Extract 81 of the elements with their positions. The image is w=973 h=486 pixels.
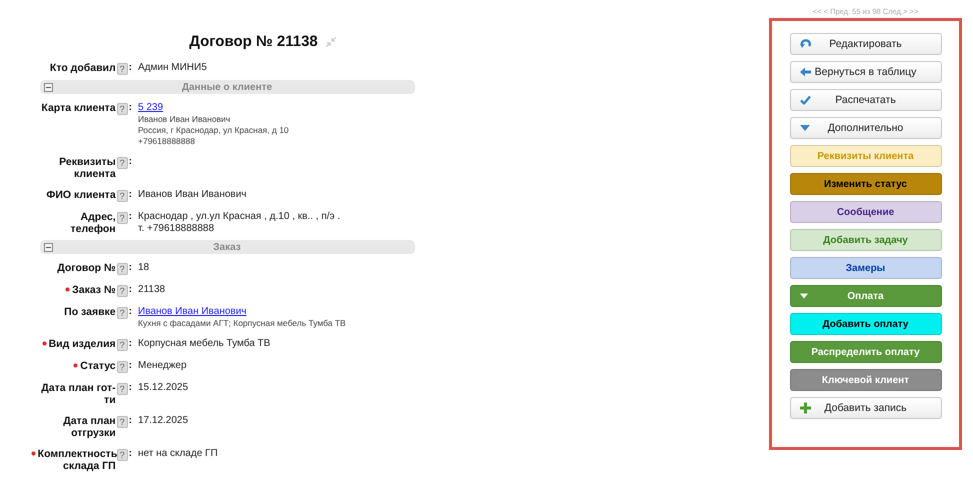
field-value: Иванов Иван Иванович <box>138 189 247 201</box>
colon: : <box>128 62 132 74</box>
section-title: Заказ <box>212 242 242 252</box>
link[interactable]: Иванов Иван Иванович <box>138 306 247 318</box>
field-detail: +79618888888 <box>138 136 196 147</box>
field-label: Карта клиента <box>41 102 116 114</box>
help-icon[interactable]: ? <box>116 361 128 373</box>
field-label: ФИО клиента <box>46 189 116 201</box>
colon: : <box>128 189 132 201</box>
action-button[interactable]: Распечатать <box>790 89 942 111</box>
triangle-down-icon <box>800 294 808 298</box>
colon: : <box>128 262 132 274</box>
colon: : <box>128 338 132 350</box>
triangle-down-icon <box>800 125 810 131</box>
action-button[interactable]: Добавить оплату <box>790 313 942 335</box>
field-label: Адрес, телефон <box>69 211 116 235</box>
field-value: Менеджер <box>138 360 187 372</box>
help-icon[interactable]: ? <box>116 307 128 319</box>
dropdown-button[interactable]: Оплата <box>790 285 942 307</box>
help-icon[interactable]: ? <box>116 285 128 297</box>
field-detail: Иванов Иван Иванович <box>138 114 232 125</box>
colon: : <box>128 382 132 394</box>
action-button[interactable]: Вернуться в таблицу <box>790 61 942 83</box>
colon: : <box>128 360 132 372</box>
help-icon[interactable]: ? <box>116 63 128 75</box>
plus-icon <box>800 402 810 414</box>
colon: : <box>128 102 132 114</box>
page-title: Договор № 21138 <box>189 33 318 50</box>
action-button[interactable]: Изменить статус <box>790 173 942 195</box>
help-icon[interactable]: ? <box>116 263 128 275</box>
field-detail: Кухня с фасадами АГТ; Корпусная мебель Тумба ТВ <box>138 318 346 329</box>
action-button[interactable]: Добавить задачу <box>790 229 942 251</box>
action-button[interactable]: Редактировать <box>790 33 942 55</box>
field-value: т. +79618888888 <box>138 223 216 235</box>
colon: : <box>128 284 132 296</box>
field-value: нет на складе ГП <box>138 448 218 460</box>
help-icon[interactable]: ? <box>116 157 128 169</box>
dropdown-button[interactable]: Дополнительно <box>790 117 942 139</box>
field-label: По заявке <box>64 306 116 318</box>
help-icon[interactable]: ? <box>116 416 128 428</box>
field-label: Заказ № <box>72 284 116 296</box>
link[interactable]: 5 239 <box>138 102 164 114</box>
colon: : <box>128 448 132 460</box>
help-icon[interactable]: ? <box>116 103 128 115</box>
field-value: 15.12.2025 <box>138 382 188 394</box>
field-label: Дата план отгрузки <box>62 415 116 439</box>
action-button[interactable]: Реквизиты клиента <box>790 145 942 167</box>
action-button[interactable]: Сообщение <box>790 201 942 223</box>
help-icon[interactable]: ? <box>116 449 128 461</box>
field-label: Кто добавил <box>50 62 116 74</box>
field-value: 21138 <box>138 284 166 296</box>
field-value: Корпусная мебель Тумба ТВ <box>138 338 270 350</box>
help-icon[interactable]: ? <box>116 383 128 395</box>
action-button[interactable]: Ключевой клиент <box>790 369 942 391</box>
field-value: Краснодар , ул.ул Красная , д.10 , кв.. , п/э . <box>138 211 340 223</box>
colon: : <box>128 156 132 168</box>
field-value: 17.12.2025 <box>138 415 188 427</box>
colon: : <box>128 211 132 223</box>
field-value: 18 <box>138 262 150 274</box>
field-detail: Россия, г Краснодар, ул Красная, д 10 <box>138 125 289 136</box>
help-icon[interactable]: ? <box>116 339 128 351</box>
refresh-icon <box>800 39 810 49</box>
field-label: Статус <box>80 360 116 372</box>
field-label: Вид изделия <box>48 338 116 350</box>
colon: : <box>128 306 132 318</box>
checkmark-icon <box>800 96 810 104</box>
field-label: Дата план гот-ти <box>40 382 116 406</box>
field-label: Реквизиты клиента <box>58 156 116 180</box>
action-button[interactable]: Замеры <box>790 257 942 279</box>
action-button[interactable]: Распределить оплату <box>790 341 942 363</box>
field-label: Комплектность склада ГП <box>38 448 116 472</box>
help-icon[interactable]: ? <box>116 212 128 224</box>
field-value: Админ МИНИ5 <box>138 62 207 74</box>
collapse-icon[interactable] <box>44 242 53 252</box>
collapse-icon[interactable] <box>44 82 53 92</box>
field-label: Договор № <box>57 262 116 274</box>
arrow-left-icon <box>800 68 810 76</box>
help-icon[interactable]: ? <box>116 190 128 202</box>
colon: : <box>128 415 132 427</box>
action-button[interactable]: Добавить запись <box>790 397 942 419</box>
section-title: Данные о клиенте <box>180 82 274 92</box>
